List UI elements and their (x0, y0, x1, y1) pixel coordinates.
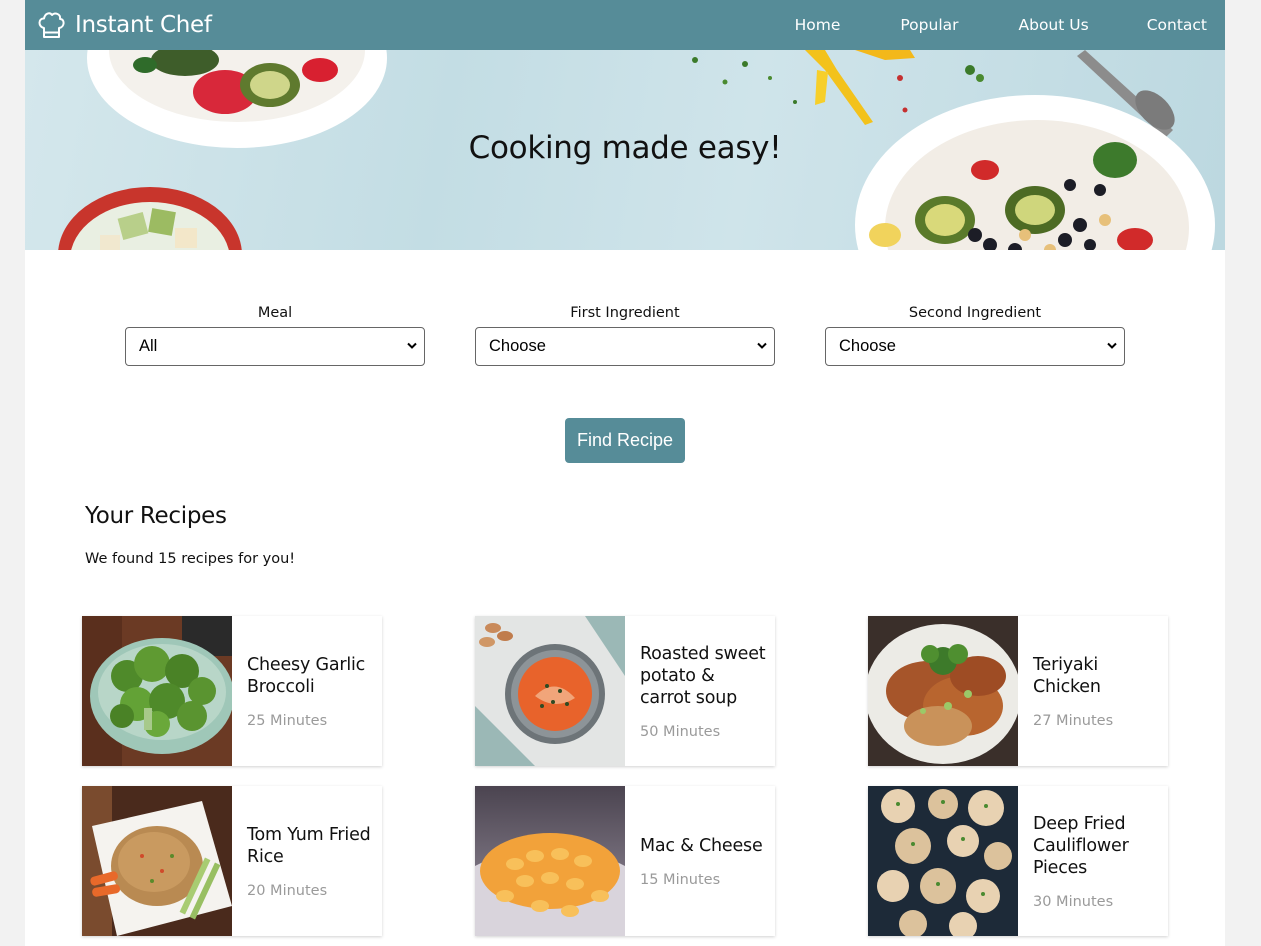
recipe-card[interactable]: Deep Fried Cauliflower Pieces 30 Minutes (868, 786, 1168, 936)
first-ingredient-select-value: Choose (489, 337, 546, 355)
recipe-time: 30 Minutes (1033, 893, 1114, 910)
recipe-time: 15 Minutes (640, 871, 721, 888)
first-ingredient-select[interactable]: Choose (475, 327, 775, 366)
hero-title: Cooking made easy! (468, 130, 782, 166)
recipe-info: Teriyaki Chicken 27 Minutes (1033, 616, 1160, 766)
recipe-card[interactable]: Tom Yum Fried Rice 20 Minutes (82, 786, 382, 936)
recipe-card[interactable]: Mac & Cheese 15 Minutes (475, 786, 775, 936)
recipe-card[interactable]: Roasted sweet potato & carrot soup 50 Mi… (475, 616, 775, 766)
meal-select-value: All (139, 337, 158, 355)
recipe-name: Deep Fried Cauliflower Pieces (1033, 813, 1129, 878)
nav-about-link[interactable]: About Us (1019, 16, 1089, 34)
brand-name: Instant Chef (75, 12, 212, 38)
recipe-info: Cheesy Garlic Broccoli 25 Minutes (247, 616, 374, 766)
recipe-image-mac-cheese (475, 786, 625, 936)
hero-banner: Cooking made easy! (25, 50, 1225, 250)
chef-hat-icon (35, 9, 67, 41)
recipe-image-fried-rice (82, 786, 232, 936)
recipe-name: Roasted sweet potato & carrot soup (640, 643, 766, 708)
find-recipe-button[interactable]: Find Recipe (565, 418, 685, 463)
chevron-down-icon (407, 342, 417, 349)
first-ingredient-label: First Ingredient (570, 305, 680, 321)
meal-label: Meal (257, 305, 293, 321)
recipe-name: Cheesy Garlic Broccoli (247, 654, 366, 697)
recipe-info: Roasted sweet potato & carrot soup 50 Mi… (640, 616, 767, 766)
nav-links: Home Popular About Us Contact (795, 0, 1225, 50)
recipe-image-cauliflower (868, 786, 1018, 936)
recipe-image-soup (475, 616, 625, 766)
navbar: Instant Chef Home Popular About Us Conta… (25, 0, 1225, 50)
recipe-card[interactable]: Teriyaki Chicken 27 Minutes (868, 616, 1168, 766)
chevron-down-icon (1107, 342, 1117, 349)
first-ingredient-filter: First Ingredient Choose (475, 305, 775, 366)
meal-filter: Meal All (125, 305, 425, 366)
recipe-time: 20 Minutes (247, 882, 328, 899)
nav-home-link[interactable]: Home (795, 16, 841, 34)
second-ingredient-select[interactable]: Choose (825, 327, 1125, 366)
meal-select[interactable]: All (125, 327, 425, 366)
recipe-time: 50 Minutes (640, 723, 721, 740)
page: Instant Chef Home Popular About Us Conta… (25, 0, 1225, 946)
second-ingredient-label: Second Ingredient (908, 305, 1042, 321)
nav-popular-link[interactable]: Popular (900, 16, 958, 34)
recipe-info: Deep Fried Cauliflower Pieces 30 Minutes (1033, 786, 1160, 936)
second-ingredient-select-value: Choose (839, 337, 896, 355)
recipe-time: 27 Minutes (1033, 712, 1114, 729)
nav-contact-link[interactable]: Contact (1147, 16, 1207, 34)
recipe-time: 25 Minutes (247, 712, 328, 729)
recipe-name: Tom Yum Fried Rice (247, 824, 371, 867)
recipe-name: Mac & Cheese (640, 835, 763, 856)
recipe-card[interactable]: Cheesy Garlic Broccoli 25 Minutes (82, 616, 382, 766)
recipe-image-broccoli (82, 616, 232, 766)
recipe-image-teriyaki (868, 616, 1018, 766)
results-title: Your Recipes (85, 503, 227, 529)
results-count: We found 15 recipes for you! (85, 551, 296, 567)
second-ingredient-filter: Second Ingredient Choose (825, 305, 1125, 366)
brand-logo-link[interactable]: Instant Chef (35, 8, 212, 42)
recipe-info: Tom Yum Fried Rice 20 Minutes (247, 786, 374, 936)
recipe-info: Mac & Cheese 15 Minutes (640, 786, 767, 936)
chevron-down-icon (757, 342, 767, 349)
recipe-name: Teriyaki Chicken (1033, 654, 1101, 697)
